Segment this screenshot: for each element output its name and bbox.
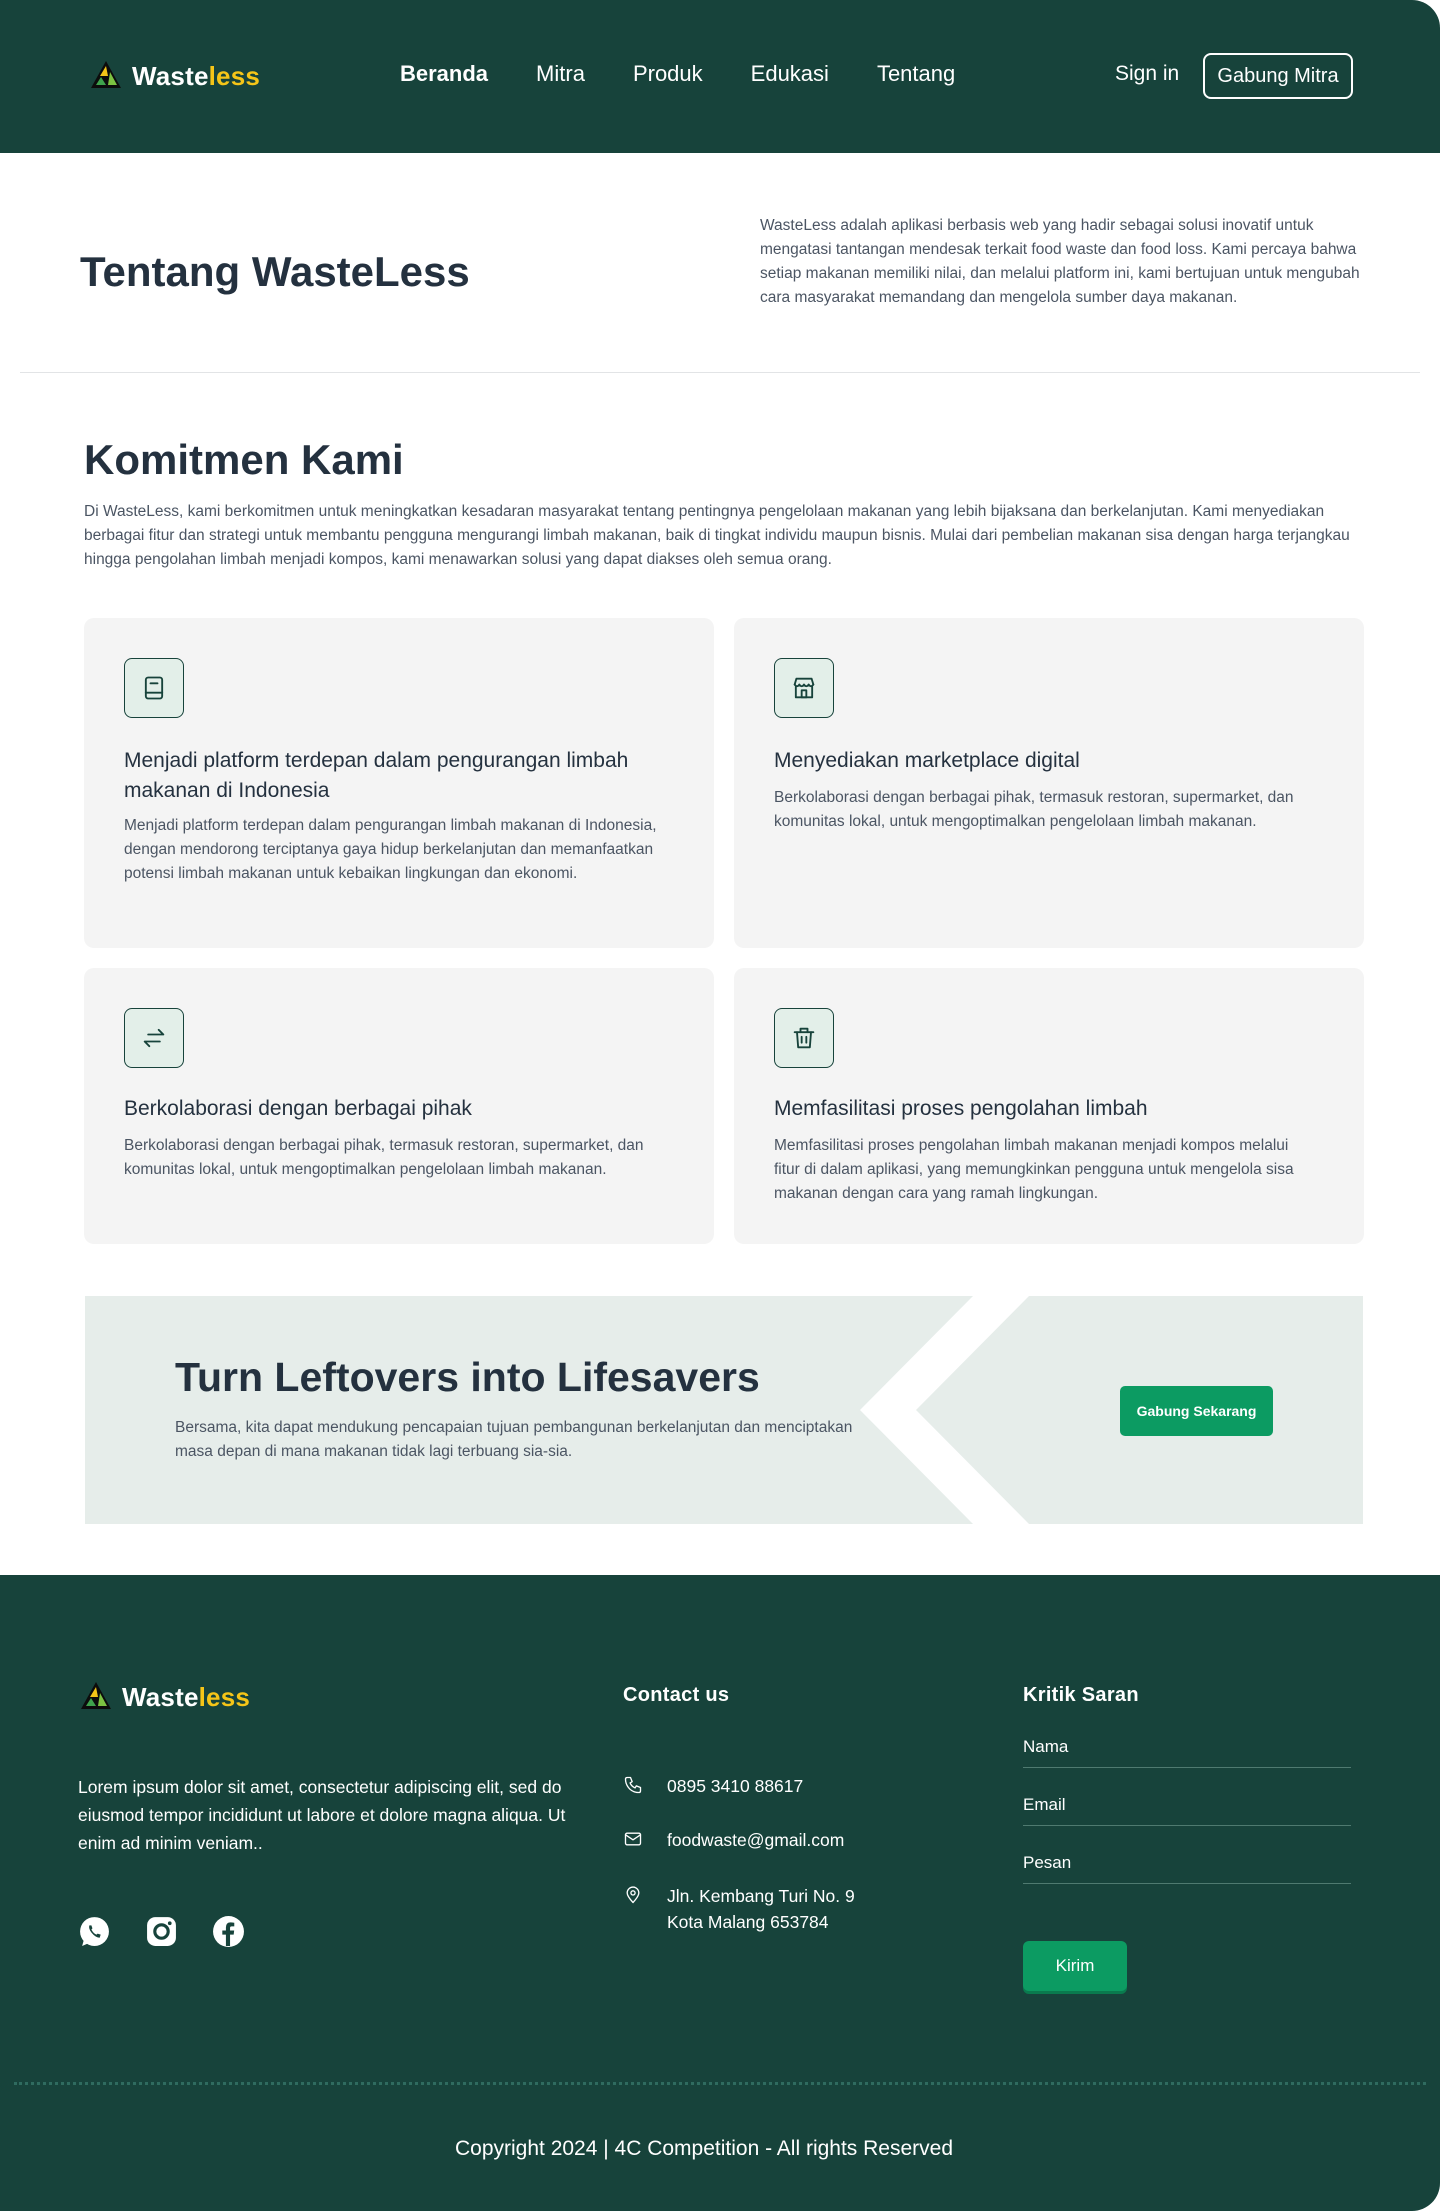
- site-footer: Wasteless Lorem ipsum dolor sit amet, co…: [0, 1575, 1440, 2211]
- commitment-card: Menjadi platform terdepan dalam penguran…: [84, 618, 714, 948]
- main-nav: Beranda Mitra Produk Edukasi Tentang: [400, 61, 955, 87]
- contact-phone[interactable]: 0895 3410 88617: [623, 1773, 803, 1799]
- logo-wordmark: Wasteless: [122, 1681, 251, 1712]
- cta-description: Bersama, kita dapat mendukung pencapaian…: [175, 1419, 853, 1460]
- copyright-text: Copyright 2024 | 4C Competition - All ri…: [454, 2137, 954, 2160]
- about-description: WasteLess adalah aplikasi berbasis web y…: [760, 217, 1360, 306]
- card-text: Berkolaborasi dengan berbagai pihak, ter…: [774, 789, 1294, 830]
- address-line: Jln. Kembang Turi No. 9: [667, 1886, 855, 1906]
- email-field[interactable]: [1023, 1791, 1351, 1825]
- nav-produk[interactable]: Produk: [633, 61, 703, 87]
- footer-logo[interactable]: Wasteless: [78, 1679, 250, 1715]
- logo-wordmark: Wasteless: [132, 60, 261, 91]
- email-address: foodwaste@gmail.com: [667, 1830, 845, 1850]
- site-header: Wasteless Beranda Mitra Produk Edukasi T…: [0, 0, 1440, 153]
- message-field[interactable]: [1023, 1849, 1351, 1883]
- about-title: Tentang WasteLess: [80, 248, 470, 295]
- commitment-card: Menyediakan marketplace digital Berkolab…: [734, 618, 1364, 948]
- gabung-mitra-button[interactable]: Gabung Mitra: [1203, 53, 1353, 99]
- nav-beranda[interactable]: Beranda: [400, 61, 488, 87]
- contact-heading: Contact us: [623, 1684, 730, 1706]
- trash-icon: [774, 1008, 834, 1068]
- phone-icon: [624, 1776, 642, 1794]
- header-logo[interactable]: Wasteless: [88, 58, 260, 94]
- contact-address: Jln. Kembang Turi No. 9 Kota Malang 6537…: [623, 1883, 855, 1935]
- address-line: Kota Malang 653784: [667, 1912, 829, 1932]
- facebook-icon[interactable]: [212, 1915, 245, 1948]
- footer-description: Lorem ipsum dolor sit amet, consectetur …: [78, 1777, 566, 1853]
- komitmen-description: Di WasteLess, kami berkomitmen untuk men…: [84, 503, 1350, 568]
- footer-divider: [14, 2082, 1426, 2085]
- name-field-wrapper: [1023, 1733, 1351, 1768]
- card-title: Menjadi platform terdepan dalam penguran…: [124, 749, 629, 802]
- sign-in-link[interactable]: Sign in: [1115, 62, 1179, 86]
- store-icon: [774, 658, 834, 718]
- commitment-card: Berkolaborasi dengan berbagai pihak Berk…: [84, 968, 714, 1244]
- page: Wasteless Beranda Mitra Produk Edukasi T…: [0, 0, 1440, 2211]
- address-text: Jln. Kembang Turi No. 9 Kota Malang 6537…: [667, 1883, 855, 1935]
- arrows-exchange-icon: [124, 1008, 184, 1068]
- contact-email[interactable]: foodwaste@gmail.com: [623, 1827, 844, 1853]
- map-pin-icon: [626, 1886, 640, 1904]
- cta-title: Turn Leftovers into Lifesavers: [175, 1354, 760, 1400]
- instagram-icon[interactable]: [145, 1915, 178, 1948]
- mail-icon: [624, 1832, 642, 1846]
- section-divider: [20, 372, 1420, 373]
- recycle-logo-icon: [81, 1682, 111, 1709]
- commitment-card: Memfasilitasi proses pengolahan limbah M…: [734, 968, 1364, 1244]
- email-field-wrapper: [1023, 1791, 1351, 1826]
- kirim-button[interactable]: Kirim: [1023, 1941, 1127, 1991]
- card-title: Berkolaborasi dengan berbagai pihak: [124, 1097, 472, 1120]
- card-text: Berkolaborasi dengan berbagai pihak, ter…: [124, 1137, 644, 1178]
- name-field[interactable]: [1023, 1733, 1351, 1767]
- nav-tentang[interactable]: Tentang: [877, 61, 955, 87]
- message-field-wrapper: [1023, 1849, 1351, 1884]
- card-text: Menjadi platform terdepan dalam penguran…: [124, 817, 657, 882]
- social-links: [78, 1915, 245, 1948]
- whatsapp-icon[interactable]: [78, 1915, 111, 1948]
- cta-banner: Turn Leftovers into Lifesavers Bersama, …: [85, 1296, 1363, 1524]
- card-title: Menyediakan marketplace digital: [774, 749, 1080, 772]
- nav-mitra[interactable]: Mitra: [536, 61, 585, 87]
- nav-edukasi[interactable]: Edukasi: [751, 61, 829, 87]
- recycle-logo-icon: [91, 61, 121, 88]
- gabung-sekarang-button[interactable]: Gabung Sekarang: [1120, 1386, 1273, 1436]
- komitmen-title: Komitmen Kami: [84, 436, 404, 483]
- feedback-heading: Kritik Saran: [1023, 1684, 1139, 1706]
- card-text: Memfasilitasi proses pengolahan limbah m…: [774, 1137, 1294, 1202]
- book-icon: [124, 658, 184, 718]
- card-title: Memfasilitasi proses pengolahan limbah: [774, 1097, 1148, 1120]
- phone-number: 0895 3410 88617: [667, 1776, 804, 1796]
